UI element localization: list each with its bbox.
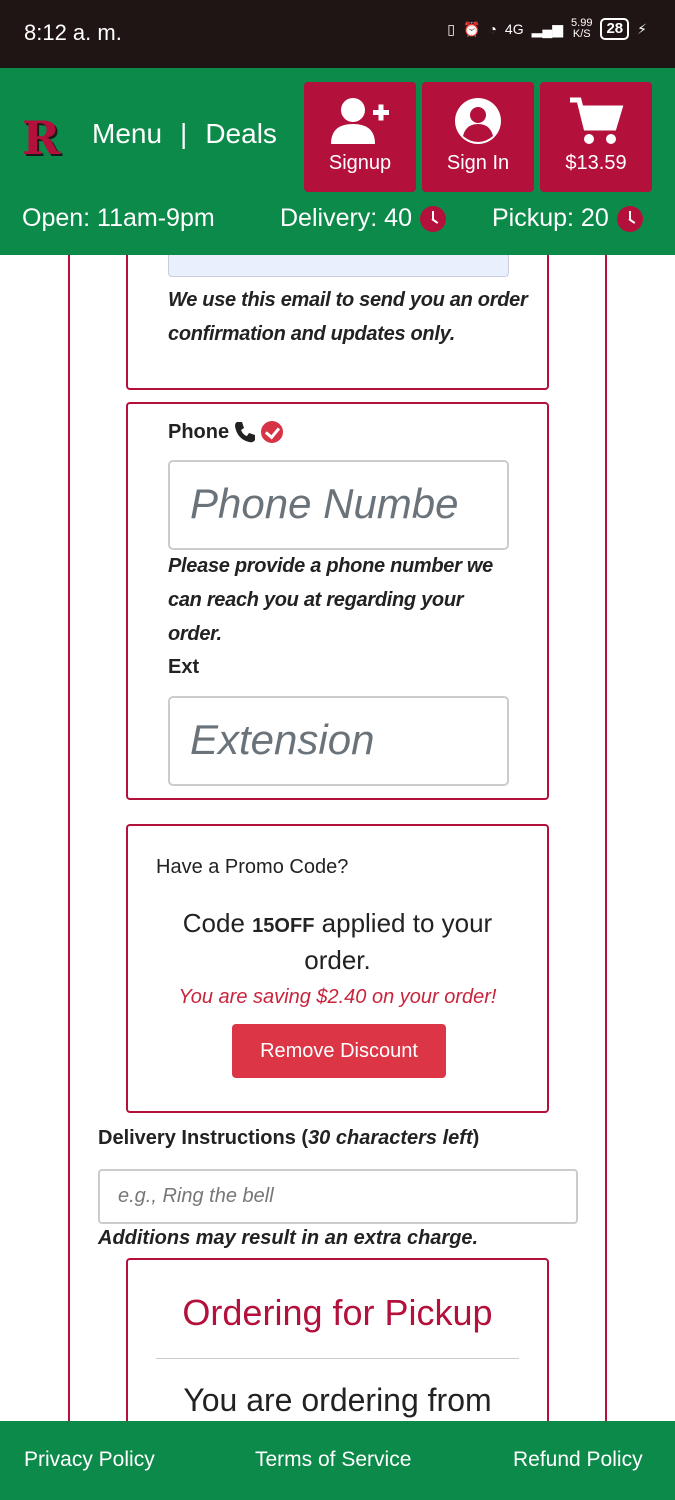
clock-icon: [616, 205, 643, 232]
status-bar: 8:12 a. m. ▯ ⏰ ◔ 4G ▂▄▆ 5.99 K/S 28 ⚡: [0, 0, 675, 68]
signup-label: Signup: [328, 152, 392, 174]
pickup-card: Ordering for Pickup You are ordering fro…: [126, 1258, 549, 1421]
promo-code: 15OFF: [252, 915, 315, 937]
phone-label: Phone: [168, 420, 230, 443]
email-note: We use this email to send you an order c…: [168, 289, 528, 345]
pickup-time: Pickup: 20: [492, 204, 643, 233]
pickup-subtitle: You are ordering from: [183, 1382, 492, 1418]
promo-card: Have a Promo Code? Code 15OFF applied to…: [126, 824, 549, 1113]
signal-icon: ▂▄▆: [531, 20, 564, 37]
site-footer: Privacy Policy Terms of Service Refund P…: [0, 1421, 675, 1500]
charging-icon: ⚡: [637, 20, 647, 37]
status-time: 8:12 a. m.: [24, 20, 122, 45]
network-speed: 5.99 K/S: [571, 17, 593, 40]
terms-of-service-link[interactable]: Terms of Service: [255, 1448, 411, 1472]
signup-button[interactable]: Signup: [304, 82, 416, 192]
battery-level: 28: [600, 18, 630, 40]
divider: [156, 1358, 519, 1359]
wifi-icon: ◔: [488, 21, 497, 37]
email-field[interactable]: [168, 255, 509, 277]
refund-policy-link[interactable]: Refund Policy: [513, 1448, 643, 1472]
vibrate-icon: ▯: [447, 20, 455, 37]
extension-input[interactable]: Extension: [168, 696, 509, 786]
user-circle-icon: [455, 98, 501, 144]
pickup-title: Ordering for Pickup: [182, 1292, 493, 1333]
chars-left: 30 characters left: [308, 1127, 473, 1149]
alarm-icon: ⏰: [463, 20, 481, 37]
site-header: R R Menu | Deals Signup Sign In $13.59 O…: [0, 68, 675, 255]
clock-icon: [420, 205, 446, 232]
phone-icon: [235, 422, 256, 443]
delivery-instructions-input[interactable]: e.g., Ring the bell: [98, 1169, 578, 1224]
restaurant-logo[interactable]: R R: [22, 114, 72, 164]
cart-total: $13.59: [565, 152, 627, 174]
ext-label: Ext: [168, 656, 200, 678]
open-hours: Open: 11am-9pm: [22, 204, 215, 232]
shopping-cart-icon: [570, 97, 624, 144]
saving-message: You are saving $2.40 on your order!: [178, 986, 497, 1008]
status-icons: ▯ ⏰ ◔ 4G ▂▄▆ 5.99 K/S 28 ⚡: [447, 18, 647, 40]
phone-card: Phone Phone Numbe Please provide a phone…: [126, 402, 549, 800]
promo-title: Have a Promo Code?: [156, 856, 349, 878]
verified-check-icon: [261, 421, 284, 443]
email-card: We use this email to send you an order c…: [126, 255, 549, 390]
delivery-time: Delivery: 40: [280, 204, 446, 233]
add-user-icon: [331, 98, 389, 144]
phone-input[interactable]: Phone Numbe: [168, 460, 509, 550]
signin-button[interactable]: Sign In: [422, 82, 534, 192]
nav-menu-link[interactable]: Menu: [92, 118, 162, 150]
svg-text:R: R: [22, 114, 61, 164]
main-nav: Menu | Deals: [92, 118, 277, 150]
nav-deals-link[interactable]: Deals: [205, 118, 277, 150]
cart-button[interactable]: $13.59: [540, 82, 652, 192]
network-type: 4G: [504, 21, 524, 37]
signin-label: Sign In: [446, 152, 510, 174]
phone-note: Please provide a phone number we can rea…: [168, 555, 493, 645]
phone-label-row: Phone: [168, 420, 284, 444]
privacy-policy-link[interactable]: Privacy Policy: [24, 1448, 155, 1472]
delivery-note: Additions may result in an extra charge.: [98, 1227, 479, 1249]
checkout-form: We use this email to send you an order c…: [0, 255, 675, 1421]
nav-separator: |: [180, 118, 188, 149]
promo-applied-text: Code 15OFF applied to your order.: [182, 908, 493, 975]
delivery-instructions-label: Delivery Instructions (30 characters lef…: [98, 1127, 480, 1149]
remove-discount-button[interactable]: Remove Discount: [232, 1024, 446, 1078]
